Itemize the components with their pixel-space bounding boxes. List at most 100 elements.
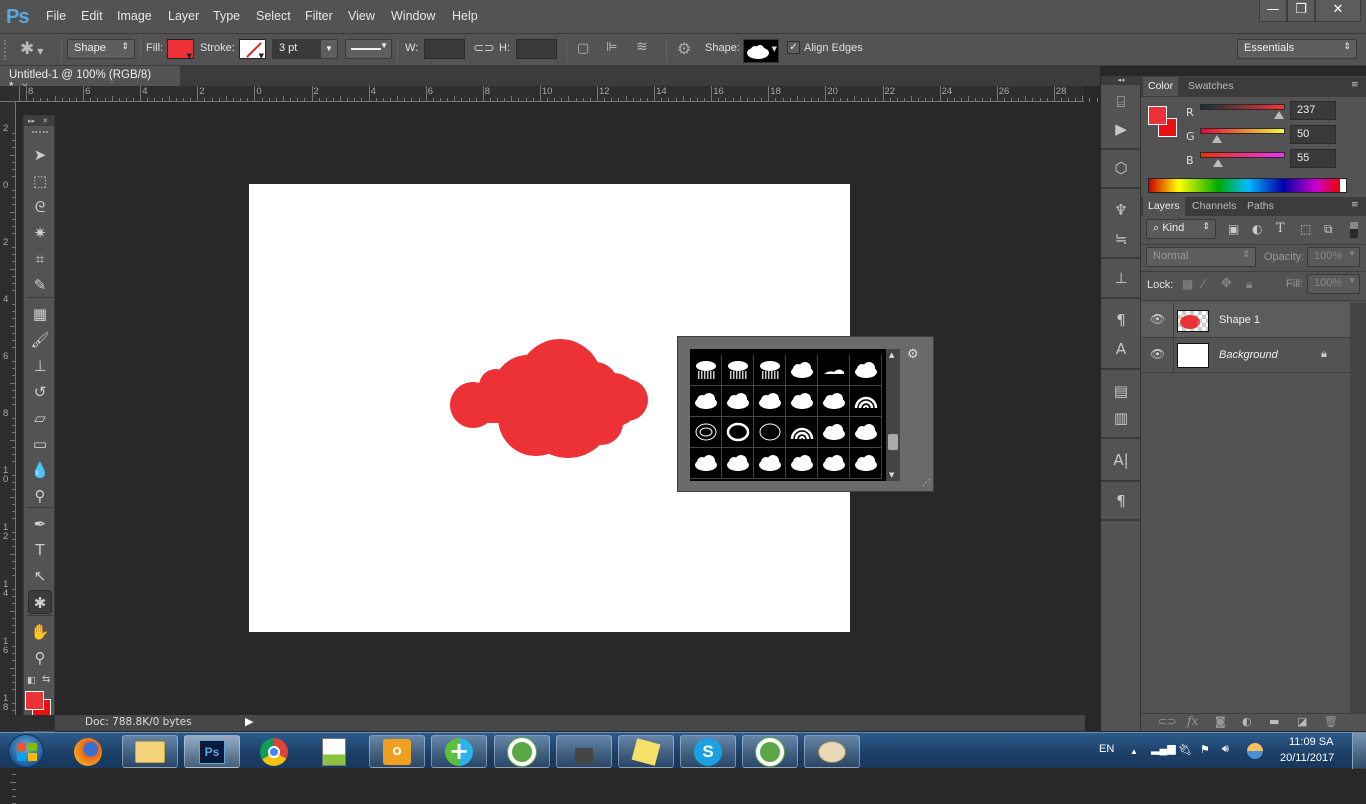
tab-paths[interactable]: Paths <box>1242 197 1279 216</box>
move-tool-icon[interactable]: ➤ <box>28 143 52 167</box>
channel-slider-g[interactable] <box>1200 128 1285 134</box>
link-icon[interactable]: ⊂⊃ <box>473 41 495 56</box>
taskbar-paint[interactable] <box>804 735 860 768</box>
path-arrangement-icon[interactable]: ≋ <box>636 39 648 55</box>
tab-swatches[interactable]: Swatches <box>1183 77 1239 96</box>
shape-preset-cloud-outline-swirl[interactable] <box>690 417 722 448</box>
lock-transparent-icon[interactable]: ▩ <box>1182 277 1193 291</box>
shape-preset-cloud-flat[interactable] <box>818 355 850 386</box>
brush-icon[interactable]: ≒ <box>1111 229 1131 249</box>
brush-presets-icon[interactable]: ♆ <box>1111 200 1131 220</box>
taskbar-coccoc-2[interactable] <box>742 735 798 768</box>
shape-preset-cloud-2[interactable] <box>786 355 818 386</box>
shape-preset-cloud-11[interactable] <box>722 448 754 479</box>
shape-preset-cloud-outline-thick[interactable] <box>722 417 754 448</box>
3d-icon[interactable]: ⬡ <box>1111 158 1131 178</box>
shape-preset-cloud-13[interactable] <box>786 448 818 479</box>
shape-preset-cloud-7[interactable] <box>786 386 818 417</box>
path-operations-icon[interactable]: ▢ <box>577 41 589 56</box>
taskbar-sticky-notes[interactable] <box>618 735 674 768</box>
paragraph-styles-icon[interactable]: ¶ <box>1111 310 1131 330</box>
notes-icon[interactable]: ▥ <box>1111 408 1131 428</box>
document-tab[interactable]: Untitled-1 @ 100% (RGB/8) *× <box>0 66 180 93</box>
blend-mode-dropdown[interactable]: Normal ⇕ <box>1146 247 1256 267</box>
network-icon[interactable]: ▂▄▆ <box>1151 742 1176 755</box>
shape-picker-scrollbar[interactable]: ▲ ▼ <box>886 349 900 481</box>
tab-layers[interactable]: Layers <box>1143 197 1185 216</box>
menu-filter[interactable]: Filter <box>305 9 333 23</box>
layer-row-shape-1[interactable]: 👁︎ ⬚ Shape 1 <box>1141 303 1350 338</box>
shape-preset-cloud-outline-thin[interactable] <box>754 417 786 448</box>
gradient-tool-icon[interactable]: ▭ <box>28 432 52 456</box>
vertical-ruler[interactable]: 202468101214161810 <box>0 102 16 804</box>
layer-filter-dropdown[interactable]: ⌕ Kind ⇕ <box>1146 219 1216 239</box>
taskbar-photoshop[interactable]: Ps <box>184 735 240 768</box>
tab-color[interactable]: Color <box>1143 77 1179 96</box>
cloud-shape-layer[interactable] <box>448 338 652 458</box>
eraser-tool-icon[interactable]: ▱ <box>28 406 52 430</box>
shape-preset-rainbow[interactable] <box>850 386 882 417</box>
filter-type-icon[interactable]: T <box>1276 221 1285 236</box>
taskbar-notepad-plus-plus[interactable] <box>306 735 362 768</box>
character-icon[interactable]: A| <box>1111 450 1131 470</box>
visibility-eye-icon[interactable]: 👁︎ <box>1150 312 1165 326</box>
channel-slider-thumb[interactable] <box>1211 135 1222 143</box>
shape-preset-rainbow-2[interactable] <box>786 417 818 448</box>
layers-scrollbar[interactable] <box>1350 303 1366 713</box>
start-button[interactable] <box>8 734 44 768</box>
height-input[interactable] <box>516 39 557 59</box>
channel-value-b[interactable]: 55 <box>1290 149 1336 168</box>
clone-source-icon[interactable]: ⊥ <box>1111 268 1131 288</box>
menu-window[interactable]: Window <box>391 9 435 23</box>
new-layer-icon[interactable]: ◪ <box>1297 715 1307 728</box>
marquee-tool-icon[interactable]: ⬚ <box>28 169 52 193</box>
close-window-button[interactable]: ✕ <box>1315 0 1361 22</box>
clock-date[interactable]: 20/11/2017 <box>1280 752 1334 764</box>
channel-slider-b[interactable] <box>1200 152 1285 158</box>
healing-brush-tool-icon[interactable]: ▦ <box>28 302 52 326</box>
shape-preset-cloud-5[interactable] <box>722 386 754 417</box>
shape-preset-cloud-3[interactable] <box>850 355 882 386</box>
pen-tool-icon[interactable]: ✒ <box>28 512 52 536</box>
add-mask-icon[interactable]: ◙ <box>1215 715 1226 728</box>
stroke-color-swatch[interactable]: ▼ <box>239 39 266 59</box>
show-desktop-button[interactable] <box>1352 733 1366 769</box>
action-center-icon[interactable]: ⚑ <box>1200 743 1210 756</box>
link-layers-icon[interactable]: ⊂⊃ <box>1158 715 1176 728</box>
zoom-tool-icon[interactable]: ⚲ <box>28 646 52 670</box>
color-panel-menu-icon[interactable]: ≡ <box>1351 80 1359 90</box>
shape-preset-cloud-15[interactable] <box>850 448 882 479</box>
lock-pixels-icon[interactable]: ⁄ <box>1202 277 1204 291</box>
shape-preset-cloud-rain-heavy[interactable] <box>722 355 754 386</box>
show-hidden-icons[interactable]: ▲ <box>1130 747 1138 756</box>
menu-type[interactable]: Type <box>213 9 240 23</box>
shape-preset-cloud-12[interactable] <box>754 448 786 479</box>
language-indicator[interactable]: EN <box>1099 743 1114 755</box>
history-icon[interactable]: ⌸ <box>1111 92 1131 112</box>
visibility-eye-icon[interactable]: 👁︎ <box>1150 347 1165 361</box>
dodge-tool-icon[interactable]: ⚲ <box>28 484 52 508</box>
shape-picker-settings-icon[interactable]: ⚙ <box>907 347 919 362</box>
shape-preset-cloud-bubbles[interactable] <box>818 417 850 448</box>
fill-opacity-input[interactable]: 100% ▼ <box>1307 274 1360 294</box>
fill-color-swatch[interactable]: ▼ <box>167 39 194 60</box>
new-group-icon[interactable]: ▬ <box>1269 715 1279 728</box>
custom-shape-preset-icon[interactable]: ✱ ▼ <box>20 39 56 61</box>
filter-toggle[interactable] <box>1350 222 1358 238</box>
lasso-tool-icon[interactable]: ᘓ <box>28 195 52 219</box>
menu-select[interactable]: Select <box>256 9 291 23</box>
properties-icon[interactable]: ▤ <box>1111 381 1131 401</box>
taskbar-coccoc[interactable] <box>494 735 550 768</box>
filter-pixel-icon[interactable]: ▣ <box>1228 222 1239 236</box>
stroke-size-input[interactable]: 3 pt ▼ <box>272 39 338 59</box>
toolbox-grip[interactable] <box>32 131 48 133</box>
channel-slider-thumb[interactable] <box>1274 111 1285 119</box>
color-foreground-swatch[interactable] <box>1148 106 1167 125</box>
ruler-origin[interactable] <box>0 86 20 102</box>
menu-image[interactable]: Image <box>117 9 152 23</box>
lock-all-icon[interactable]: 🔒︎ <box>1246 277 1252 292</box>
taskbar-skype[interactable]: S <box>680 735 736 768</box>
clone-stamp-tool-icon[interactable]: ⊥ <box>28 354 52 378</box>
swap-colors-icon[interactable]: ⇆ <box>42 674 50 685</box>
volume-icon[interactable]: 🔊︎ <box>1222 743 1229 756</box>
